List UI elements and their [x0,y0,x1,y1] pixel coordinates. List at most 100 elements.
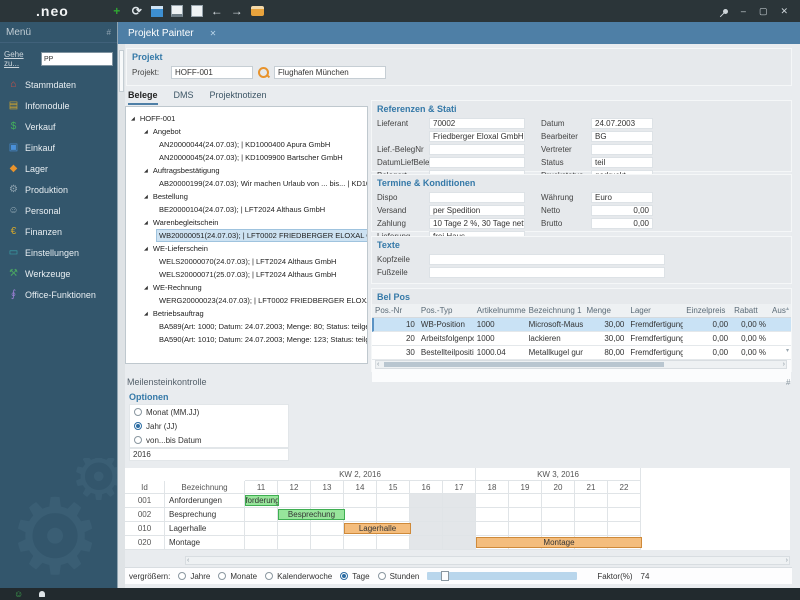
gantt-bar-lagerhalle[interactable]: Lagerhalle [344,523,411,534]
belpos-hscroll-thumb[interactable] [384,362,664,367]
radio-monat-mm-jj[interactable]: Monat (MM.JJ) [134,408,288,417]
radio-stunden[interactable]: Stunden [377,572,419,581]
scroll-up-icon[interactable]: ▴ [786,305,789,312]
gantt-bar-montage[interactable]: Montage [476,537,642,548]
projekt-name-input[interactable]: Flughafen München [274,66,386,79]
belpos-column-header[interactable]: Pos.-Nr [372,306,418,315]
field-value[interactable]: teil [591,156,653,168]
gantt-hscrollbar[interactable]: ‹ › [185,556,790,565]
tab-close-icon[interactable]: ✕ [210,29,217,38]
belpos-column-header[interactable]: Lager [627,306,683,315]
tree-item[interactable]: WELS20000071(25.07.03); | LFT2024 Althau… [126,268,367,281]
tree-expand-icon[interactable]: ◢ [144,246,148,252]
sidebar-item-einstellungen[interactable]: ▭ Einstellungen [0,242,117,263]
tree-item[interactable]: ◢ Warenbegleitschein [126,216,367,229]
close-icon[interactable]: ✕ [780,6,788,17]
belpos-column-header[interactable]: Artikelnummer [474,306,526,315]
belpos-row[interactable]: 20 Arbeitsfolgenposition1000 lackieren 30,0… [372,332,791,346]
print-icon[interactable] [250,6,264,16]
belpos-column-header[interactable]: Bezeichnung 1 [526,306,584,315]
radio-kalenderwoche[interactable]: Kalenderwoche [265,572,332,581]
field-value[interactable]: Friedberger Eloxal GmbH [429,130,525,142]
field-value[interactable]: 70002 [429,117,525,129]
goto-input[interactable] [41,52,113,66]
notification-bell-icon[interactable] [39,591,46,597]
tree-expand-icon[interactable]: ◢ [144,168,148,174]
field-value[interactable]: per Spedition [429,204,525,216]
belpos-column-header[interactable]: Menge [583,306,627,315]
tab-belege[interactable]: Belege [128,90,158,105]
tree-item[interactable]: BE20000104(24.07.03); | LFT2024 Althaus … [126,203,367,216]
belpos-row[interactable]: 10 WB-Position 1000 Microsoft-Maus 30,00 Frem… [372,318,791,332]
meilenstein-pin-icon[interactable]: # [786,378,790,387]
sidebar-item-office-funktionen[interactable]: ∮ Office-Funktionen [0,284,117,305]
tree-item[interactable]: AN20000045(24.07.03); | KD1009900 Bartsc… [126,151,367,164]
tree-item[interactable]: AN20000044(24.07.03); | KD1000400 Apura … [126,138,367,151]
scroll-left-icon[interactable]: ‹ [187,556,189,565]
tree-item[interactable]: WERG20000023(24.07.03); | LFT0002 FRIEDB… [126,294,367,307]
minimize-icon[interactable]: – [741,6,746,16]
save-icon[interactable] [150,5,163,17]
tree-item[interactable]: ◢ Betriebsauftrag [126,307,367,320]
tree-item[interactable]: AB20000199(24.07.03); Wir machen Urlaub … [126,177,367,190]
projekt-code-input[interactable]: HOFF-001 [171,66,253,79]
zoom-slider-thumb[interactable] [441,571,450,581]
scroll-down-icon[interactable]: ▾ [786,347,789,354]
gantt-bar-besprechung[interactable]: Besprechung [278,509,345,520]
sidebar-item-personal[interactable]: ☺ Personal [0,200,117,221]
tree-item[interactable]: BA590(Art: 1010; Datum: 24.07.2003; Meng… [126,333,367,346]
field-value[interactable]: 0,00 [591,204,653,216]
sidebar-item-einkauf[interactable]: ▣ Einkauf [0,137,117,158]
tree-item[interactable]: ◢ Bestellung [126,190,367,203]
sidebar-item-produktion[interactable]: ⚙ Produktion [0,179,117,200]
tree-item[interactable]: ◢ WE-Lieferschein [126,242,367,255]
radio-von-bis-datum[interactable]: von...bis Datum [134,436,288,445]
tree-item[interactable]: ◢ Auftragsbestätigung [126,164,367,177]
field-value[interactable]: 10 Tage 2 %, 30 Tage netto [429,217,525,229]
radio-jahr-jj[interactable]: Jahr (JJ) [134,422,288,431]
gantt-bar-anforderungen[interactable]: Anforderungen [245,495,279,506]
field-value[interactable] [429,191,525,203]
field-value[interactable] [429,253,665,265]
back-icon[interactable]: ← [211,4,223,18]
maximize-icon[interactable]: ▢ [759,6,768,17]
user-status-icon[interactable]: ☺ [14,589,23,599]
field-value[interactable]: 0,00 [591,217,653,229]
radio-tage[interactable]: Tage [340,572,370,581]
tree-item[interactable]: ◢ HOFF-001 [126,112,367,125]
forward-icon[interactable]: → [231,4,243,18]
field-value[interactable]: Euro [591,191,653,203]
tab-dms[interactable]: DMS [174,90,194,105]
field-value[interactable] [429,266,665,278]
menu-pin-icon[interactable]: # [107,28,111,37]
tree-expand-icon[interactable]: ◢ [144,311,148,317]
tree-expand-icon[interactable]: ◢ [144,285,148,291]
sidebar-item-infomodule[interactable]: ▤ Infomodule [0,95,117,116]
sidebar-item-stammdaten[interactable]: ⌂ Stammdaten [0,74,117,95]
tree-expand-icon[interactable]: ◢ [144,220,148,226]
belpos-column-header[interactable]: Rabatt [731,306,769,315]
refresh-icon[interactable]: ⟳ [131,4,143,18]
field-value[interactable]: BG [591,130,653,142]
pin-window-icon[interactable] [721,7,729,15]
field-value[interactable] [591,143,653,155]
field-value[interactable] [429,143,525,155]
scroll-right-icon[interactable]: › [783,360,785,369]
radio-monate[interactable]: Monate [218,572,257,581]
document-tab-title[interactable]: Projekt Painter [128,28,194,39]
belpos-column-header[interactable]: Einzelpreis [683,306,731,315]
tree-item[interactable]: BA589(Art: 1000; Datum: 24.07.2003; Meng… [126,320,367,333]
field-value[interactable] [429,156,525,168]
sidebar-item-finanzen[interactable]: € Finanzen [0,221,117,242]
tree-expand-icon[interactable]: ◢ [131,116,135,122]
scroll-right-icon[interactable]: › [786,556,788,565]
belpos-hscrollbar[interactable]: ‹ › [375,360,787,369]
belpos-column-header[interactable]: Pos.-Typ [418,306,474,315]
tab-projektnotizen[interactable]: Projektnotizen [210,90,267,105]
sidebar-item-werkzeuge[interactable]: ⚒ Werkzeuge [0,263,117,284]
tree-item[interactable]: ◢ WE-Rechnung [126,281,367,294]
tree-item[interactable]: ◢ Angebot [126,125,367,138]
belpos-row[interactable]: 30 Bestellteilposition1000.04 Metallkugel … [372,346,791,360]
add-icon[interactable]: + [111,4,123,18]
collapsed-panel-handle[interactable] [119,50,124,92]
